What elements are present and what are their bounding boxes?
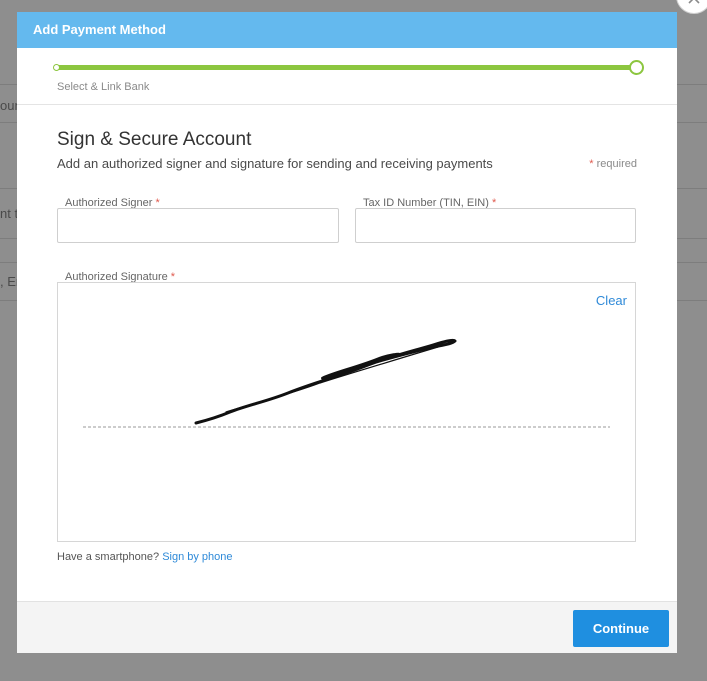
progress-end-marker [629, 60, 644, 75]
required-note-text: required [596, 158, 637, 170]
progress-area: Select & Link Bank [17, 48, 677, 105]
clear-signature-link[interactable]: Clear [596, 293, 627, 308]
required-marker: * [589, 158, 594, 170]
phone-prompt: Have a smartphone? [57, 551, 160, 563]
required-note: * required [589, 158, 637, 170]
progress-bar [55, 65, 637, 70]
section-title: Sign & Secure Account [57, 129, 252, 150]
bg-divider [0, 262, 17, 263]
modal-title: Add Payment Method [33, 22, 166, 37]
signature-stroke [225, 346, 439, 413]
continue-button[interactable]: Continue [573, 610, 669, 647]
bg-divider [677, 300, 707, 301]
signature-pad[interactable]: Clear [57, 282, 636, 542]
progress-step-label: Select & Link Bank [57, 81, 150, 93]
authorized-signer-input[interactable] [57, 208, 339, 243]
tax-id-input[interactable] [355, 208, 636, 243]
sign-by-phone-row: Have a smartphone? Sign by phone [57, 551, 233, 563]
bg-divider [0, 84, 17, 85]
bg-divider [677, 238, 707, 239]
modal-header: Add Payment Method [17, 12, 677, 48]
sign-by-phone-link[interactable]: Sign by phone [162, 551, 232, 563]
bg-divider [0, 238, 17, 239]
progress-start-marker [53, 64, 60, 71]
bg-divider [677, 122, 707, 123]
signature-canvas [83, 338, 610, 428]
bg-divider [677, 188, 707, 189]
bg-divider [0, 122, 17, 123]
bg-text-fragment: nt t [0, 206, 19, 221]
modal-footer: Continue [17, 601, 677, 653]
bg-divider [0, 300, 17, 301]
bg-divider [0, 188, 17, 189]
section-description: Add an authorized signer and signature f… [57, 156, 493, 171]
bg-divider [677, 262, 707, 263]
add-payment-method-modal: Add Payment Method Select & Link Bank Si… [17, 12, 677, 653]
close-icon [688, 0, 700, 4]
bg-divider [677, 84, 707, 85]
